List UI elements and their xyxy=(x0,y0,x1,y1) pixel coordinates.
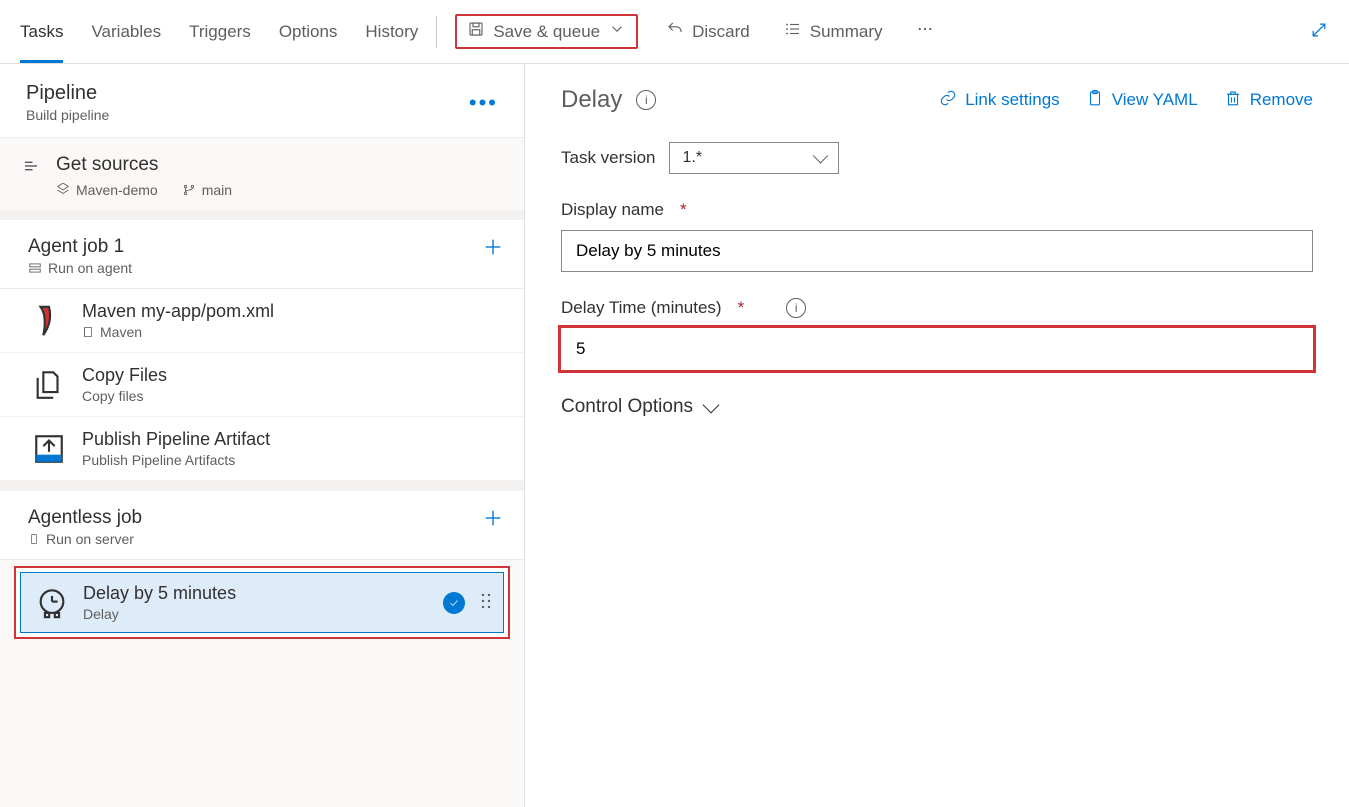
publish-icon xyxy=(32,432,66,466)
view-yaml-button[interactable]: View YAML xyxy=(1086,89,1198,112)
task-copy-sub: Copy files xyxy=(82,388,504,404)
task-delay-sub: Delay xyxy=(83,606,429,622)
sources-icon xyxy=(20,154,42,175)
undo-icon xyxy=(666,20,684,43)
chevron-down-icon xyxy=(703,397,720,414)
info-icon[interactable]: i xyxy=(786,298,806,318)
selected-task-highlight: Delay by 5 minutes Delay xyxy=(14,566,510,639)
task-version-select[interactable]: 1.* xyxy=(669,142,839,174)
task-maven-sub: Maven xyxy=(82,324,504,340)
tab-triggers[interactable]: Triggers xyxy=(189,0,251,63)
remove-label: Remove xyxy=(1250,90,1313,110)
chevron-down-icon xyxy=(608,20,626,43)
task-valid-badge xyxy=(443,592,465,614)
drag-handle-icon[interactable] xyxy=(479,592,493,613)
task-publish-sub: Publish Pipeline Artifacts xyxy=(82,452,504,468)
add-task-button-job2[interactable] xyxy=(482,507,504,532)
remove-button[interactable]: Remove xyxy=(1224,89,1313,112)
display-name-input[interactable] xyxy=(561,230,1313,272)
maven-icon xyxy=(32,304,66,338)
task-version-label: Task version xyxy=(561,148,655,168)
add-task-button-job1[interactable] xyxy=(482,236,504,261)
task-publish-name: Publish Pipeline Artifact xyxy=(82,429,504,450)
control-options-label: Control Options xyxy=(561,396,693,418)
task-maven-name: Maven my-app/pom.xml xyxy=(82,301,504,322)
delay-time-input[interactable] xyxy=(561,328,1313,370)
save-queue-label: Save & queue xyxy=(493,22,600,42)
task-publish-artifact[interactable]: Publish Pipeline Artifact Publish Pipeli… xyxy=(0,417,524,481)
sidebar: Pipeline Build pipeline ••• Get sources … xyxy=(0,64,525,807)
agentless-job-sub: Run on server xyxy=(28,531,482,547)
agent-job-sub: Run on agent xyxy=(28,260,482,276)
discard-label: Discard xyxy=(692,22,750,42)
tab-bar: Tasks Variables Triggers Options History xyxy=(20,0,418,63)
repo-name: Maven-demo xyxy=(56,182,158,198)
delay-icon xyxy=(35,586,69,620)
agentless-job-header[interactable]: Agentless job Run on server xyxy=(0,491,524,560)
tab-options[interactable]: Options xyxy=(279,0,338,63)
list-icon xyxy=(784,20,802,43)
more-button[interactable] xyxy=(910,16,940,47)
pipeline-more-button[interactable]: ••• xyxy=(469,90,498,116)
summary-label: Summary xyxy=(810,22,883,42)
divider xyxy=(436,16,437,48)
branch-name: main xyxy=(182,182,232,198)
agentless-job-title: Agentless job xyxy=(28,507,482,529)
agent-job-header[interactable]: Agent job 1 Run on agent xyxy=(0,220,524,289)
link-settings-label: Link settings xyxy=(965,90,1060,110)
get-sources-item[interactable]: Get sources Maven-demo main xyxy=(0,138,524,210)
get-sources-label: Get sources xyxy=(56,154,232,176)
tab-tasks[interactable]: Tasks xyxy=(20,0,63,63)
task-copy-files[interactable]: Copy Files Copy files xyxy=(0,353,524,417)
agent-job-title: Agent job 1 xyxy=(28,236,482,258)
main-panel: Delay i Link settings View YAML Remove xyxy=(525,64,1349,807)
pipeline-header[interactable]: Pipeline Build pipeline ••• xyxy=(0,64,524,138)
summary-button[interactable]: Summary xyxy=(778,16,889,47)
tab-history[interactable]: History xyxy=(365,0,418,63)
display-name-label: Display name* xyxy=(561,200,1313,220)
pipeline-title: Pipeline xyxy=(26,82,469,105)
link-settings-button[interactable]: Link settings xyxy=(939,89,1060,112)
discard-button[interactable]: Discard xyxy=(660,16,756,47)
info-icon[interactable]: i xyxy=(636,90,656,110)
clipboard-icon xyxy=(1086,89,1104,112)
copy-icon xyxy=(32,368,66,402)
fullscreen-button[interactable] xyxy=(1309,20,1329,43)
task-delay-name: Delay by 5 minutes xyxy=(83,583,429,604)
pipeline-subtitle: Build pipeline xyxy=(26,107,469,123)
view-yaml-label: View YAML xyxy=(1112,90,1198,110)
task-detail-title: Delay i xyxy=(561,86,656,114)
task-copy-name: Copy Files xyxy=(82,365,504,386)
link-icon xyxy=(939,89,957,112)
trash-icon xyxy=(1224,89,1242,112)
task-maven[interactable]: Maven my-app/pom.xml Maven xyxy=(0,289,524,353)
tab-variables[interactable]: Variables xyxy=(91,0,161,63)
save-queue-button[interactable]: Save & queue xyxy=(455,14,638,49)
save-icon xyxy=(467,20,485,43)
control-options-toggle[interactable]: Control Options xyxy=(561,396,1313,418)
task-delay[interactable]: Delay by 5 minutes Delay xyxy=(20,572,504,633)
delay-time-label: Delay Time (minutes)* i xyxy=(561,298,1313,318)
more-icon xyxy=(916,20,934,43)
